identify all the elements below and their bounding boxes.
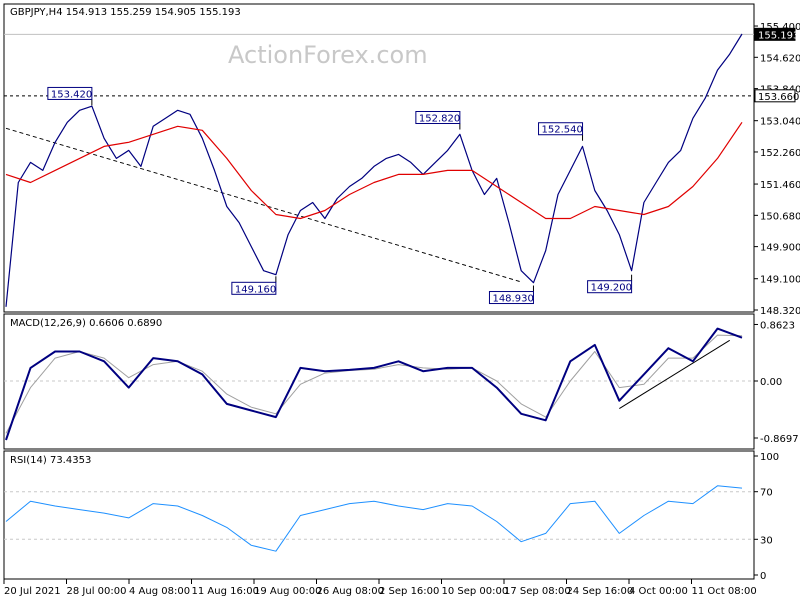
x-tick-label: 2 Sep 16:00 xyxy=(379,586,439,597)
annotation-label: 148.930 xyxy=(492,294,533,305)
y-tick-label: 100 xyxy=(760,452,779,463)
chart-svg: GBPJPY,H4 154.913 155.259 154.905 155.19… xyxy=(0,0,800,600)
y-tick-label: 150.680 xyxy=(760,211,800,222)
y-tick-label: 148.320 xyxy=(760,306,800,317)
x-tick-label: 26 Aug 08:00 xyxy=(317,586,384,597)
annotation-label: 149.200 xyxy=(591,283,632,294)
y-tick-label: 30 xyxy=(760,535,773,546)
x-tick-label: 4 Aug 08:00 xyxy=(129,586,190,597)
x-tick-label: 17 Sep 08:00 xyxy=(504,586,571,597)
y-tick-label: 151.460 xyxy=(760,180,800,191)
y-tick-label: 152.260 xyxy=(760,148,800,159)
chart-background xyxy=(0,0,800,600)
x-tick-label: 20 Jul 2021 xyxy=(4,586,61,597)
x-tick-label: 11 Oct 08:00 xyxy=(692,586,757,597)
chart-root: GBPJPY,H4 154.913 155.259 154.905 155.19… xyxy=(0,0,800,600)
y-tick-label: 0 xyxy=(760,571,766,582)
y-tick-label: 149.900 xyxy=(760,243,800,254)
y-tick-label: 153.040 xyxy=(760,117,800,128)
rsi-header: RSI(14) 73.4353 xyxy=(10,455,91,466)
y-tick-label: 154.620 xyxy=(760,53,800,64)
annotation-label: 149.160 xyxy=(235,284,276,295)
x-tick-label: 11 Aug 16:00 xyxy=(192,586,259,597)
y-tick-label: 0.8623 xyxy=(760,320,795,331)
x-tick-label: 28 Jul 00:00 xyxy=(67,586,127,597)
price-header: GBPJPY,H4 154.913 155.259 154.905 155.19… xyxy=(10,7,241,18)
y-tick-label: -0.8697 xyxy=(760,434,799,445)
x-tick-label: 24 Sep 16:00 xyxy=(567,586,634,597)
y-tick-label: 149.100 xyxy=(760,275,800,286)
x-tick-label: 4 Oct 00:00 xyxy=(629,586,688,597)
watermark: ActionForex.com xyxy=(228,41,428,69)
y-tick-label: 70 xyxy=(760,488,773,499)
y-tick-label: 0.00 xyxy=(760,377,782,388)
x-tick-label: 19 Aug 00:00 xyxy=(254,586,321,597)
macd-header: MACD(12,26,9) 0.6606 0.6890 xyxy=(10,318,162,329)
current-price-label: 155.193 xyxy=(758,30,799,41)
x-tick-label: 10 Sep 00:00 xyxy=(442,586,509,597)
annotation-label: 152.540 xyxy=(542,125,583,136)
level-label: 153.660 xyxy=(758,92,799,103)
annotation-label: 153.420 xyxy=(51,89,92,100)
annotation-label: 152.820 xyxy=(419,114,460,125)
